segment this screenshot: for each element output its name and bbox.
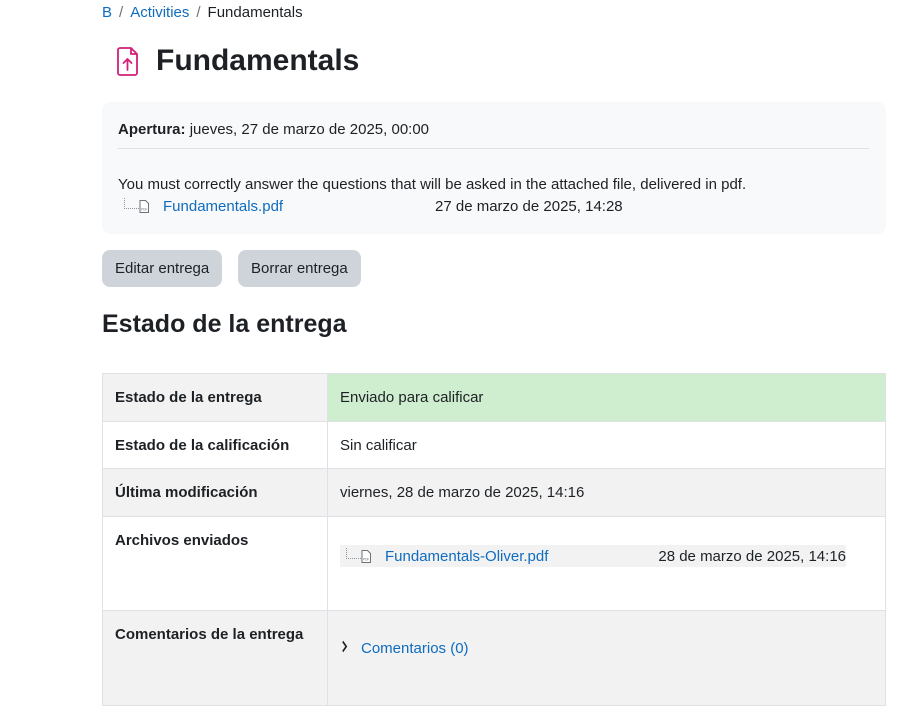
row-label: Estado de la entrega xyxy=(102,373,328,422)
activity-description: You must correctly answer the questions … xyxy=(118,176,747,193)
submission-status-heading: Estado de la entrega xyxy=(102,310,347,338)
edit-submission-button[interactable]: Editar entrega xyxy=(102,250,223,287)
opening-label: Apertura: xyxy=(118,121,186,138)
comments-toggle[interactable]: Comentarios (0) xyxy=(340,640,873,657)
breadcrumb-separator: / xyxy=(119,4,124,21)
breadcrumb: B / Activities / Fundamentals xyxy=(102,4,303,21)
breadcrumb-item-course[interactable]: B xyxy=(102,4,112,21)
intro-attachment-link[interactable]: Fundamentals.pdf xyxy=(163,198,435,215)
opening-value: jueves, 27 de marzo de 2025, 00:00 xyxy=(189,121,430,138)
pdf-file-icon: PDF xyxy=(361,549,371,563)
submission-status-table: Estado de la entrega Enviado para califi… xyxy=(102,373,886,706)
activity-intro-panel: Apertura: jueves, 27 de marzo de 2025, 0… xyxy=(102,102,886,234)
row-label: Última modificación xyxy=(102,468,328,517)
page-header: Fundamentals xyxy=(114,44,359,78)
chevron-right-icon xyxy=(341,640,348,657)
opening-date: Apertura: jueves, 27 de marzo de 2025, 0… xyxy=(118,121,429,138)
svg-text:PDF: PDF xyxy=(141,208,147,212)
table-row: Estado de la entrega Enviado para califi… xyxy=(102,373,886,422)
breadcrumb-item-activities[interactable]: Activities xyxy=(130,4,189,21)
intro-attachment: PDF Fundamentals.pdf 27 de marzo de 2025… xyxy=(124,198,623,215)
last-modified-value: viernes, 28 de marzo de 2025, 14:16 xyxy=(327,468,886,517)
breadcrumb-separator: / xyxy=(196,4,201,21)
submission-status-value: Enviado para calificar xyxy=(327,373,886,422)
intro-attachment-date: 27 de marzo de 2025, 14:28 xyxy=(435,198,623,215)
submitted-file-date: 28 de marzo de 2025, 14:16 xyxy=(658,547,846,565)
grading-status-value: Sin calificar xyxy=(327,421,886,469)
row-label: Estado de la calificación xyxy=(102,421,328,469)
submitted-file-link[interactable]: Fundamentals-Oliver.pdf xyxy=(385,548,548,565)
svg-text:PDF: PDF xyxy=(363,557,369,561)
divider xyxy=(118,148,869,149)
page-title: Fundamentals xyxy=(156,44,360,77)
delete-submission-button[interactable]: Borrar entrega xyxy=(238,250,361,287)
assignment-upload-icon xyxy=(114,45,142,77)
pdf-file-icon: PDF xyxy=(139,200,149,213)
comments-link[interactable]: Comentarios (0) xyxy=(361,640,469,657)
submitted-file-item: PDF Fundamentals-Oliver.pdf 28 de marzo … xyxy=(340,545,846,567)
tree-connector xyxy=(346,547,361,559)
submitted-files-cell: PDF Fundamentals-Oliver.pdf 28 de marzo … xyxy=(327,516,886,611)
table-row: Última modificación viernes, 28 de marzo… xyxy=(102,468,886,517)
tree-connector xyxy=(124,198,139,209)
comments-cell: Comentarios (0) xyxy=(327,610,886,706)
breadcrumb-current: Fundamentals xyxy=(207,4,303,21)
row-label: Archivos enviados xyxy=(102,516,328,611)
table-row: Archivos enviados PDF Fundamentals-Olive… xyxy=(102,516,886,611)
row-label: Comentarios de la entrega xyxy=(102,610,328,706)
table-row: Estado de la calificación Sin calificar xyxy=(102,421,886,469)
table-row: Comentarios de la entrega Comentarios (0… xyxy=(102,610,886,706)
